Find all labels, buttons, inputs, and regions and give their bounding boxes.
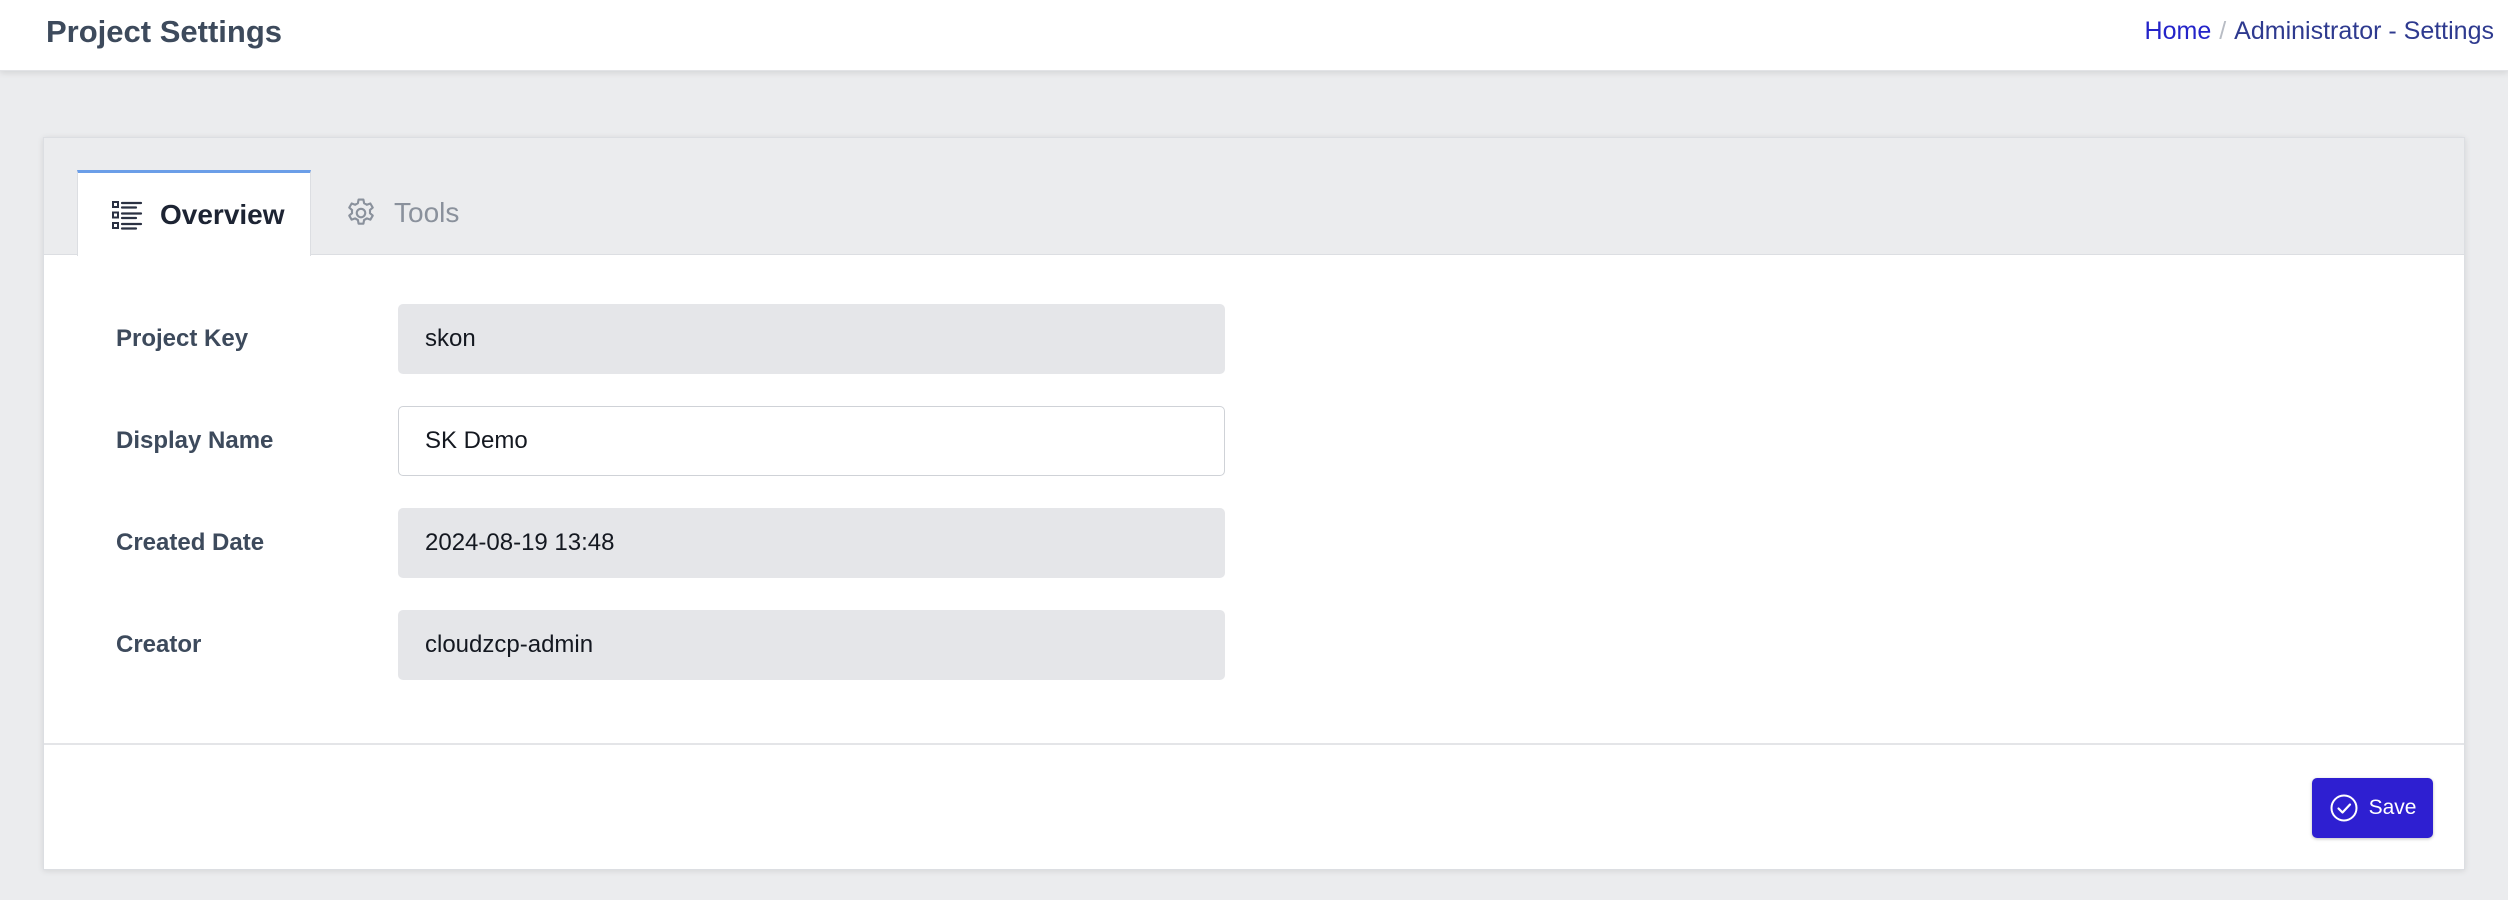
display-name-input[interactable] [398,406,1225,476]
project-key-field: skon [398,304,1225,374]
project-key-label: Project Key [116,325,249,352]
form-row-project-key: Project Key skon [44,304,2464,374]
form-row-creator: Creator cloudzcp-admin [44,610,2464,680]
save-button[interactable]: Save [2312,778,2433,838]
tab-tools-label: Tools [394,197,460,228]
breadcrumb-current[interactable]: Administrator - Settings [2234,17,2494,45]
form-row-display-name: Display Name [44,406,2464,476]
tab-overview[interactable]: Overview [77,170,311,256]
created-date-label: Created Date [116,529,265,556]
page-title: Project Settings [46,14,282,49]
top-header: Project Settings Home / Administrator - Se… [0,0,2508,71]
tab-tools[interactable]: Tools [344,170,544,256]
gear-icon [344,196,378,230]
creator-field: cloudzcp-admin [398,610,1225,680]
save-button-label: Save [2368,796,2417,819]
tab-bar: Overview Tools [44,138,2464,256]
display-name-label: Display Name [116,427,274,454]
settings-card: Overview Tools Project Key skon Display … [43,137,2465,870]
breadcrumb-separator: / [2219,17,2227,45]
creator-label: Creator [116,631,202,658]
list-icon [110,198,144,232]
created-date-field: 2024-08-19 13:48 [398,508,1225,578]
footer-divider [44,743,2464,745]
breadcrumb: Home / Administrator - Settings [2145,15,2494,47]
breadcrumb-home-link[interactable]: Home [2145,17,2212,45]
form-row-created-date: Created Date 2024-08-19 13:48 [44,508,2464,578]
check-circle-icon [2329,793,2359,823]
tab-overview-label: Overview [160,198,285,230]
